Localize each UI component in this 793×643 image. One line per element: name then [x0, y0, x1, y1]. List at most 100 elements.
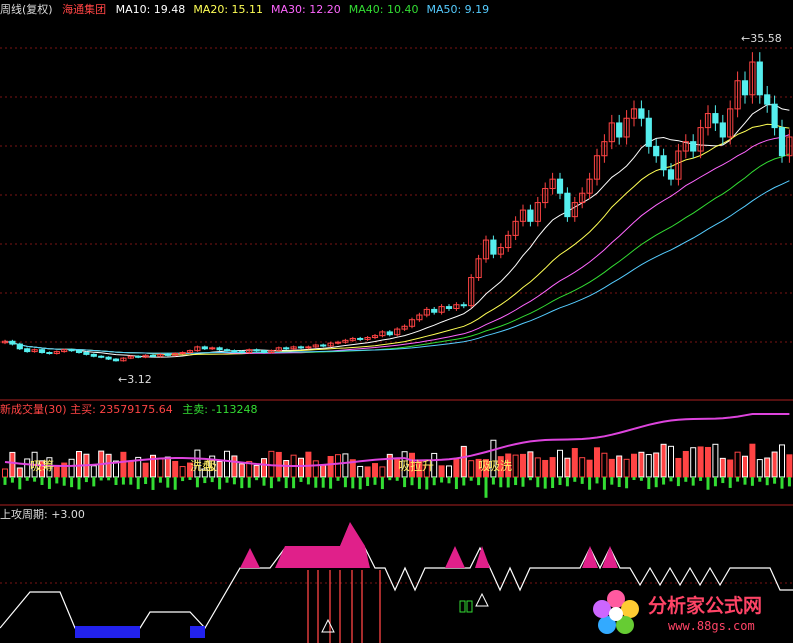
candle-body: [260, 350, 268, 354]
candle-body: [334, 341, 342, 344]
candle-body: [105, 356, 112, 360]
sell-bar: [70, 477, 74, 488]
sell-bar: [632, 477, 636, 481]
candle-body: [223, 349, 231, 352]
candle-body: [616, 122, 623, 138]
volume-bar: [601, 452, 608, 478]
volume-tag-0: 吸筹: [30, 459, 54, 473]
signal-value: +3.00: [51, 508, 85, 521]
sell-bar: [77, 477, 81, 490]
sell-bar: [425, 477, 429, 490]
volume-bar: [779, 444, 785, 478]
sell-bar: [47, 477, 51, 489]
sell-bar: [144, 477, 148, 485]
candle-body: [231, 350, 238, 353]
candle-body: [9, 340, 16, 345]
ma-legend-item-3: MA40: 10.40: [348, 3, 419, 16]
sell-bar: [121, 477, 125, 485]
candle-body: [756, 61, 763, 96]
volume-bar: [172, 460, 179, 478]
candle-body: [75, 350, 83, 354]
sell-bar: [454, 477, 458, 490]
sell-bar: [188, 477, 192, 481]
sell-bar: [580, 477, 584, 484]
sell-bar: [669, 477, 673, 482]
ma-legend-item-1: MA20: 15.11: [193, 3, 264, 16]
volume-bar: [645, 454, 652, 478]
sell-bar: [218, 477, 222, 490]
sell-bar: [10, 477, 14, 483]
ma-line-10: [4, 104, 790, 358]
volume-bar: [253, 464, 260, 478]
volume-bar: [453, 459, 460, 478]
sell-bar: [136, 477, 140, 490]
chart-header: 周线(复权) 海通集团 MA10: 19.48 MA20: 15.11 MA30: …: [0, 3, 503, 17]
volume-bar: [164, 456, 171, 478]
sell-bar: [595, 477, 599, 484]
signal-peak-fill: [475, 546, 490, 568]
sell-bar: [528, 477, 532, 481]
sell-bar: [565, 477, 569, 487]
volume-bar: [335, 454, 341, 478]
sell-bar: [292, 477, 296, 489]
volume-bar: [372, 463, 378, 478]
candle-body: [24, 348, 31, 353]
volume-bar: [298, 457, 304, 478]
watermark-name: 分析家公式网: [648, 595, 763, 617]
volume-bar: [127, 460, 134, 478]
sell-bar: [25, 477, 29, 481]
candle-body: [764, 94, 771, 105]
candle-body: [209, 347, 216, 350]
sell-bar: [225, 477, 229, 483]
volume-bar: [549, 457, 556, 478]
volume-bar: [586, 459, 593, 478]
sell-bar: [573, 477, 577, 482]
sell-bar: [551, 477, 555, 489]
volume-bar: [379, 466, 386, 478]
sell-value: -113248: [211, 403, 258, 416]
signal-triangle-marker: [475, 592, 489, 607]
volume-bar: [534, 457, 541, 478]
volume-bar: [690, 447, 697, 478]
sell-bar: [33, 477, 37, 482]
sell-bar: [602, 477, 606, 490]
sell-bar: [403, 477, 407, 488]
volume-bar: [579, 457, 586, 478]
candle-body: [778, 127, 786, 157]
volume-bar: [90, 465, 97, 478]
sell-bar: [491, 477, 495, 485]
candle-body: [690, 141, 697, 152]
sell-bar: [240, 477, 244, 489]
volume-bar: [283, 460, 290, 478]
sell-bar: [639, 477, 643, 481]
volume-bars: [2, 413, 793, 498]
volume-bar: [653, 452, 660, 478]
sell-bar: [558, 477, 562, 485]
candle-body: [660, 155, 667, 171]
volume-bar: [660, 443, 667, 478]
sell-bar: [447, 477, 451, 484]
sell-bar: [166, 477, 170, 488]
candle-body: [653, 145, 660, 157]
signal-low-fill: [190, 626, 205, 638]
sell-bar: [736, 477, 740, 482]
volume-bar: [120, 451, 127, 478]
volume-bar: [305, 451, 312, 478]
candle-body: [297, 346, 305, 349]
candle-body: [238, 351, 245, 354]
signal-title: 上攻周期:: [0, 508, 48, 521]
candle-body: [741, 80, 749, 96]
signal-peak-fill: [582, 546, 598, 568]
signal-triangle-marker: [321, 618, 335, 633]
high-marker-value: 35.58: [750, 32, 782, 45]
volume-title: 新成交量(30): [0, 403, 67, 416]
signal-peak-fill: [240, 548, 260, 568]
sell-bar: [484, 477, 488, 498]
volume-bar: [468, 460, 475, 478]
volume-bar: [68, 458, 75, 478]
volume-bar: [446, 465, 452, 478]
sell-bar: [499, 477, 503, 488]
sell-bar: [713, 477, 717, 487]
sell-bar: [3, 477, 7, 485]
volume-bar: [756, 459, 763, 478]
